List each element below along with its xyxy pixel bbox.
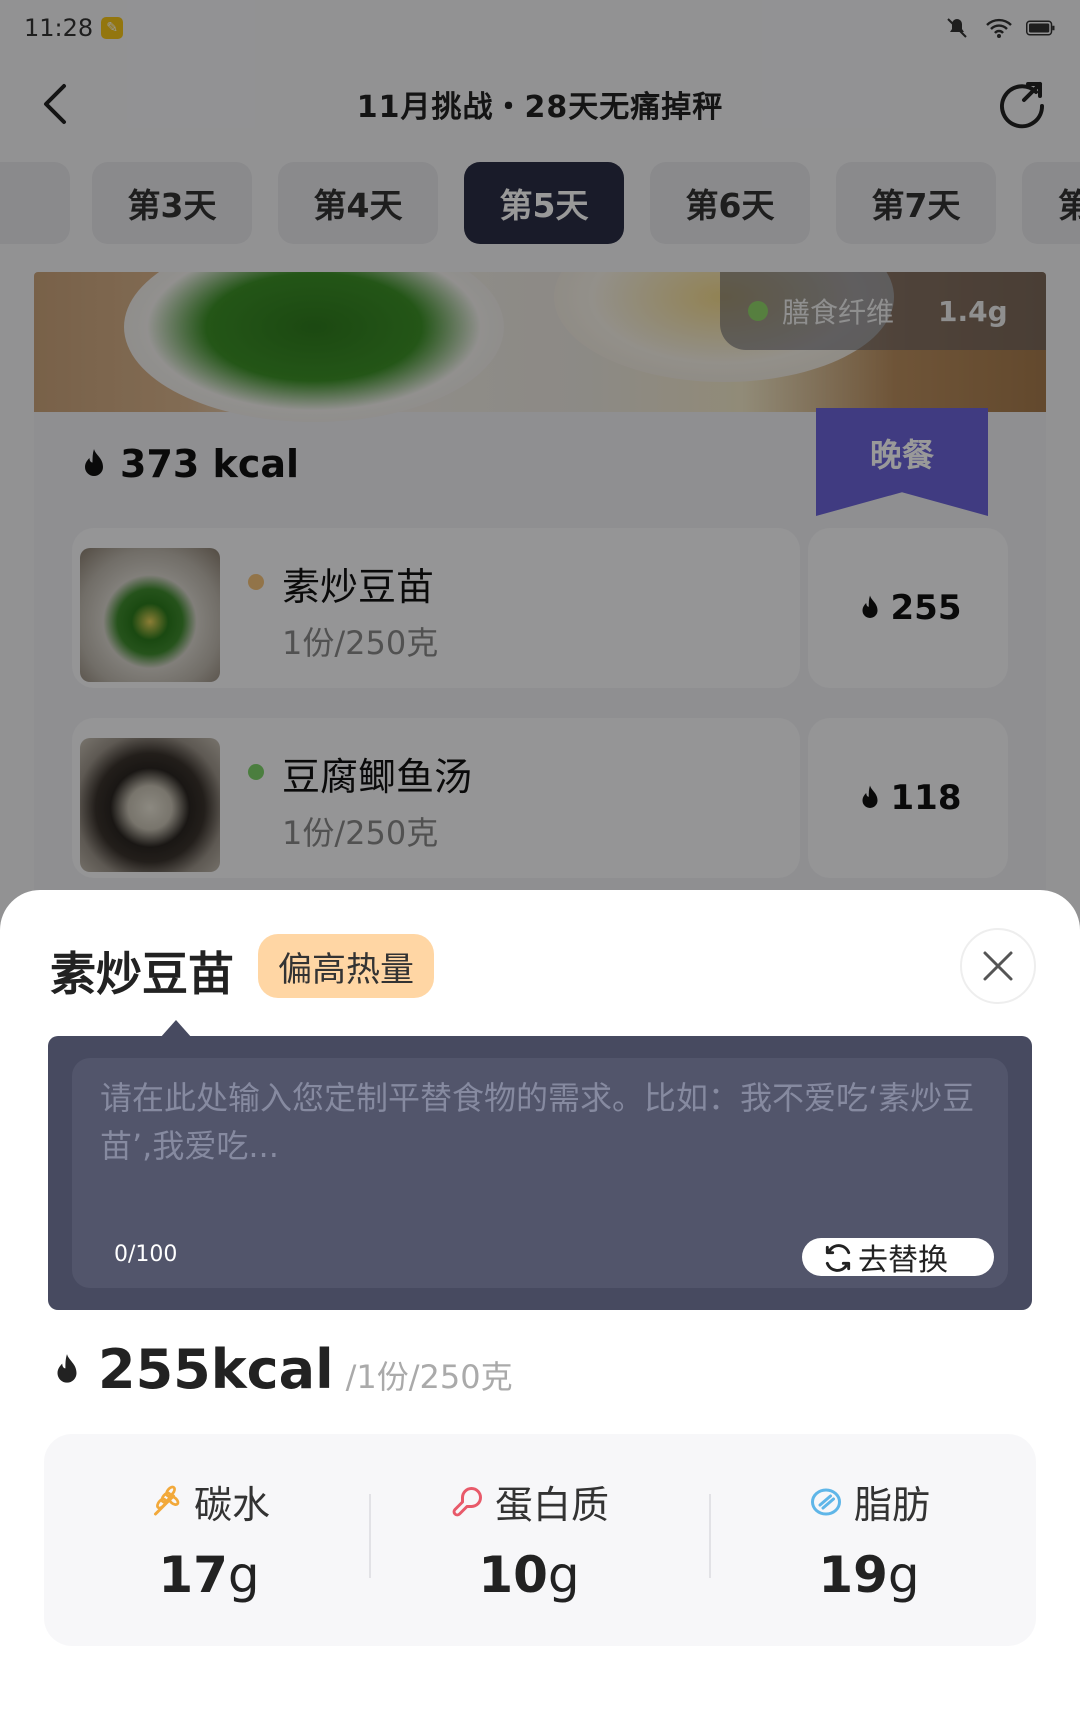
char-counter: 0/100	[114, 1242, 178, 1267]
substitute-request-input[interactable]	[72, 1058, 1008, 1238]
macro-label: 脂肪	[853, 1483, 930, 1527]
macro-unit: g	[547, 1546, 580, 1604]
macro-unit: g	[887, 1546, 920, 1604]
macro-card: 碳水 17g 蛋白质 10g 脂肪 19g	[44, 1434, 1036, 1646]
substitute-input-panel: 0/100 去替换	[48, 1036, 1032, 1310]
macro-value: 17	[158, 1546, 228, 1604]
fat-drop-icon	[810, 1488, 841, 1515]
kcal-value: 255kcal	[98, 1338, 334, 1401]
food-detail-sheet: 素炒豆苗 偏高热量 0/100 去替换 255kcal /1份/250克 碳水 …	[0, 890, 1080, 1728]
macro-fat: 脂肪 19g	[704, 1434, 1034, 1646]
sheet-title: 素炒豆苗	[50, 947, 234, 1001]
replace-label: 去替换	[858, 1243, 948, 1276]
macro-unit: g	[227, 1546, 260, 1604]
calorie-level-badge: 偏高热量	[258, 934, 434, 998]
macro-value: 10	[478, 1546, 548, 1604]
macro-value: 19	[818, 1546, 888, 1604]
close-icon	[983, 951, 1013, 981]
macro-label: 蛋白质	[494, 1483, 609, 1527]
close-button[interactable]	[960, 928, 1036, 1004]
macro-protein: 蛋白质 10g	[364, 1434, 694, 1646]
substitute-input-box: 0/100 去替换	[72, 1058, 1008, 1288]
macro-label: 碳水	[193, 1483, 270, 1527]
refresh-icon	[825, 1244, 851, 1272]
wheat-icon	[153, 1485, 180, 1515]
replace-button[interactable]: 去替换	[802, 1238, 994, 1276]
drumstick-icon	[452, 1486, 482, 1516]
macro-carbs: 碳水 17g	[44, 1434, 374, 1646]
flame-icon	[57, 1353, 77, 1383]
kcal-summary: 255kcal /1份/250克	[48, 1338, 513, 1401]
kcal-portion: /1份/250克	[345, 1358, 513, 1396]
